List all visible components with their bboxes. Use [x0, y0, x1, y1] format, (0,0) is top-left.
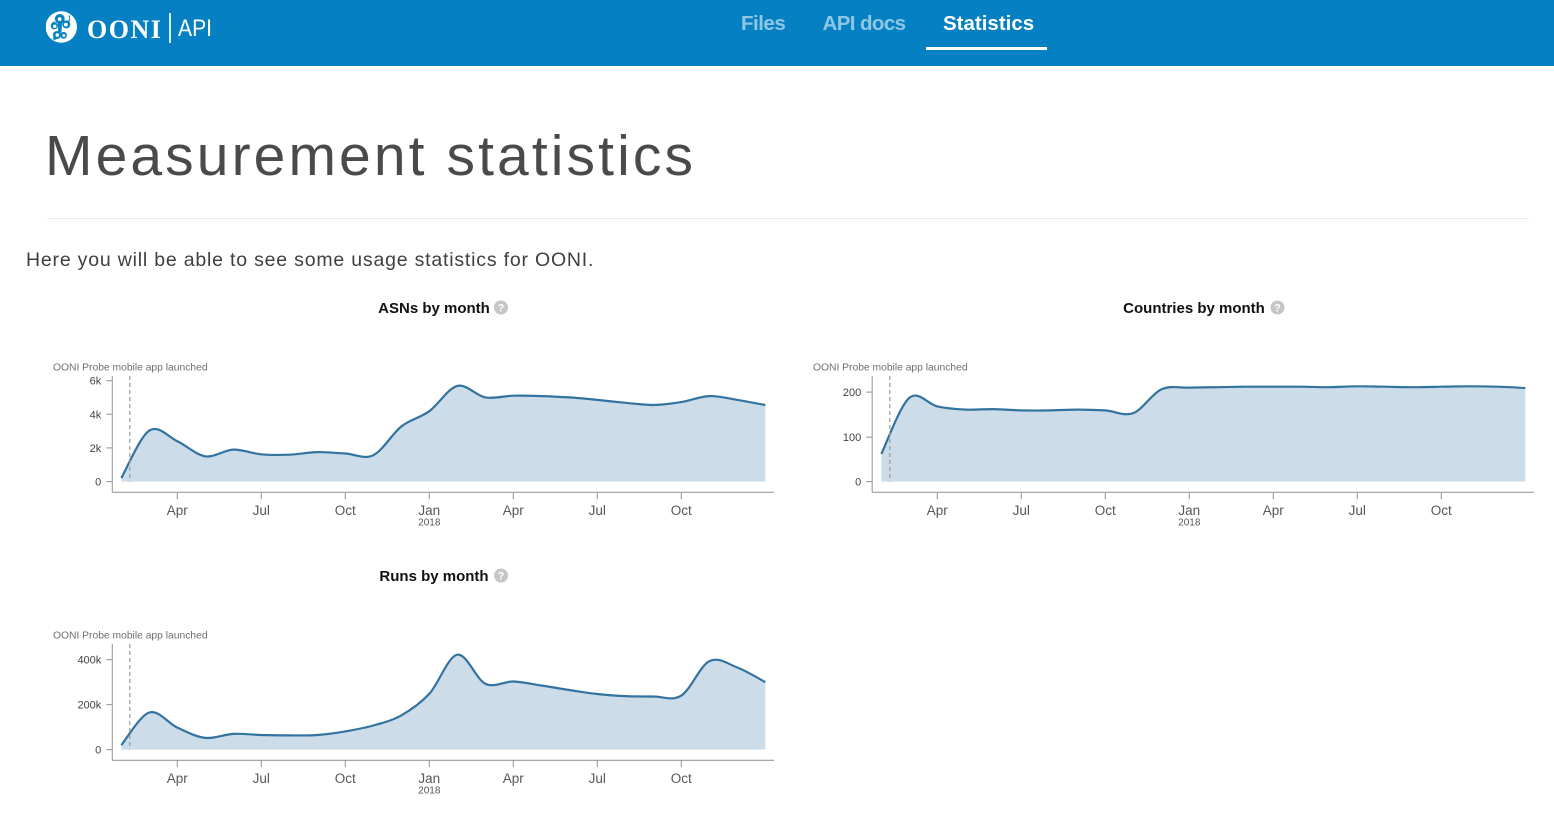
svg-text:400k: 400k — [77, 655, 101, 667]
svg-text:0: 0 — [95, 745, 101, 757]
svg-text:Apr: Apr — [927, 503, 949, 518]
svg-text:?: ? — [498, 303, 505, 315]
svg-text:Jul: Jul — [1349, 503, 1366, 518]
svg-text:Jan: Jan — [418, 503, 440, 518]
svg-text:Apr: Apr — [167, 503, 189, 518]
svg-text:2018: 2018 — [418, 518, 441, 529]
svg-text:Runs by month: Runs by month — [379, 568, 488, 585]
svg-text:Oct: Oct — [671, 503, 692, 518]
svg-text:Apr: Apr — [503, 503, 525, 518]
svg-text:?: ? — [498, 571, 505, 583]
svg-text:OONI Probe mobile app launched: OONI Probe mobile app launched — [813, 363, 968, 374]
svg-text:Oct: Oct — [671, 771, 692, 786]
svg-text:Countries by month: Countries by month — [1123, 300, 1265, 317]
svg-text:Oct: Oct — [1095, 503, 1116, 518]
svg-text:Jan: Jan — [418, 771, 440, 786]
svg-text:Jul: Jul — [589, 771, 606, 786]
svg-text:6k: 6k — [90, 376, 102, 388]
svg-text:2k: 2k — [90, 443, 102, 455]
svg-text:OONI Probe mobile app launched: OONI Probe mobile app launched — [53, 631, 208, 642]
svg-text:Jul: Jul — [1013, 503, 1030, 518]
svg-text:200: 200 — [843, 387, 861, 399]
svg-text:?: ? — [1274, 303, 1281, 315]
svg-text:2018: 2018 — [418, 786, 441, 797]
svg-text:0: 0 — [855, 477, 861, 489]
svg-text:2018: 2018 — [1178, 518, 1201, 529]
svg-text:Apr: Apr — [503, 771, 525, 786]
svg-text:ASNs by month: ASNs by month — [378, 300, 490, 317]
svg-text:Jan: Jan — [1178, 503, 1200, 518]
svg-text:Oct: Oct — [335, 503, 356, 518]
svg-text:Oct: Oct — [335, 771, 356, 786]
svg-text:Apr: Apr — [1263, 503, 1285, 518]
svg-text:Apr: Apr — [167, 771, 189, 786]
svg-text:Jul: Jul — [589, 503, 606, 518]
svg-text:OONI Probe mobile app launched: OONI Probe mobile app launched — [53, 363, 208, 374]
svg-text:Oct: Oct — [1431, 503, 1452, 518]
svg-text:Jul: Jul — [253, 503, 270, 518]
svg-text:100: 100 — [843, 432, 861, 444]
svg-text:Jul: Jul — [253, 771, 270, 786]
svg-text:200k: 200k — [77, 700, 101, 712]
svg-text:4k: 4k — [90, 409, 102, 421]
svg-text:0: 0 — [95, 477, 101, 489]
